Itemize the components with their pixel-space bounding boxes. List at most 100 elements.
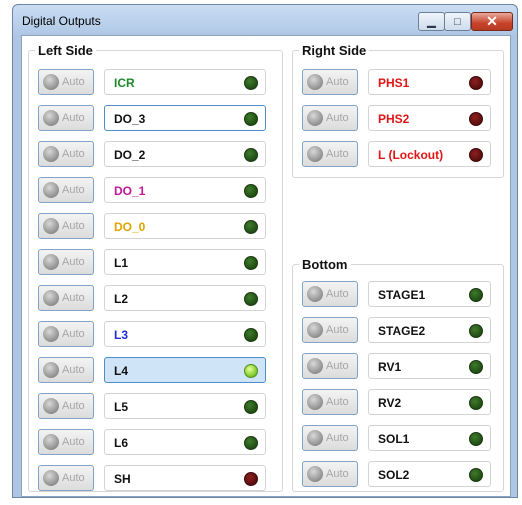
auto-button[interactable]: Auto — [302, 425, 358, 451]
output-name: SH — [114, 472, 131, 486]
output-name: SOL2 — [378, 468, 410, 482]
auto-button[interactable]: Auto — [38, 357, 94, 383]
output-field[interactable]: STAGE2 — [368, 317, 491, 343]
right-side-group: Right Side Auto PHS1 Auto PHS2 Auto L (Lockou… — [292, 43, 504, 178]
auto-label: Auto — [326, 324, 349, 336]
auto-button[interactable]: Auto — [302, 281, 358, 307]
auto-button[interactable]: Auto — [38, 285, 94, 311]
output-field[interactable]: L3 — [104, 321, 266, 347]
auto-button[interactable]: Auto — [302, 317, 358, 343]
output-field[interactable]: RV2 — [368, 389, 491, 415]
auto-label: Auto — [62, 436, 85, 448]
minimize-button[interactable]: ▁ — [418, 12, 445, 31]
auto-label: Auto — [326, 76, 349, 88]
auto-button[interactable]: Auto — [302, 353, 358, 379]
output-name: L4 — [114, 364, 129, 378]
auto-label: Auto — [326, 360, 349, 372]
auto-indicator-icon — [43, 182, 59, 198]
auto-label: Auto — [326, 396, 349, 408]
auto-indicator-icon — [307, 286, 323, 302]
auto-button[interactable]: Auto — [38, 321, 94, 347]
output-field[interactable]: SOL2 — [368, 461, 491, 487]
auto-button[interactable]: Auto — [38, 429, 94, 455]
status-led-icon — [469, 468, 483, 482]
output-field[interactable]: SH — [104, 465, 266, 491]
bottom-group: Bottom Auto STAGE1 Auto STAGE2 Auto RV1 Auto RV… — [292, 257, 504, 492]
status-led-icon — [244, 292, 258, 306]
auto-button[interactable]: Auto — [38, 393, 94, 419]
auto-button[interactable]: Auto — [38, 177, 94, 203]
auto-indicator-icon — [43, 146, 59, 162]
output-field[interactable]: L5 — [104, 393, 266, 419]
status-led-icon — [244, 112, 258, 126]
status-led-icon — [469, 148, 483, 162]
auto-button[interactable]: Auto — [38, 213, 94, 239]
auto-indicator-icon — [43, 398, 59, 414]
auto-button[interactable]: Auto — [302, 105, 358, 131]
left-side-label: Left Side — [35, 43, 96, 58]
auto-button[interactable]: Auto — [302, 461, 358, 487]
auto-indicator-icon — [43, 362, 59, 378]
auto-indicator-icon — [307, 466, 323, 482]
status-led-icon — [244, 148, 258, 162]
status-led-icon — [469, 288, 483, 302]
auto-indicator-icon — [307, 146, 323, 162]
auto-label: Auto — [62, 184, 85, 196]
auto-button[interactable]: Auto — [38, 249, 94, 275]
auto-label: Auto — [62, 328, 85, 340]
status-led-icon — [244, 256, 258, 270]
output-field[interactable]: L (Lockout) — [368, 141, 491, 167]
auto-button[interactable]: Auto — [38, 69, 94, 95]
output-name: STAGE2 — [378, 324, 426, 338]
auto-button[interactable]: Auto — [302, 141, 358, 167]
auto-button[interactable]: Auto — [38, 105, 94, 131]
output-field[interactable]: SOL1 — [368, 425, 491, 451]
output-field[interactable]: L1 — [104, 249, 266, 275]
status-led-icon — [244, 184, 258, 198]
output-field[interactable]: DO_1 — [104, 177, 266, 203]
output-name: PHS2 — [378, 112, 410, 126]
auto-indicator-icon — [43, 110, 59, 126]
left-side-group: Left Side Auto ICR Auto DO_3 Auto DO_2 Auto DO_… — [28, 43, 283, 492]
auto-button[interactable]: Auto — [302, 69, 358, 95]
maximize-button[interactable]: □ — [444, 12, 471, 31]
output-field[interactable]: PHS2 — [368, 105, 491, 131]
output-field[interactable]: STAGE1 — [368, 281, 491, 307]
output-name: DO_2 — [114, 148, 146, 162]
status-led-icon — [469, 112, 483, 126]
output-name: ICR — [114, 76, 135, 90]
auto-label: Auto — [62, 76, 85, 88]
close-icon: ✕ — [486, 13, 498, 29]
right-side-label: Right Side — [299, 43, 370, 58]
status-led-icon — [469, 432, 483, 446]
status-led-icon — [469, 396, 483, 410]
client-area: Left Side Auto ICR Auto DO_3 Auto DO_2 Auto DO_… — [21, 35, 511, 497]
auto-button[interactable]: Auto — [302, 389, 358, 415]
output-field[interactable]: DO_2 — [104, 141, 266, 167]
output-field[interactable]: ICR — [104, 69, 266, 95]
auto-indicator-icon — [307, 322, 323, 338]
output-field[interactable]: L4 — [104, 357, 266, 383]
auto-label: Auto — [326, 112, 349, 124]
close-button[interactable]: ✕ — [471, 12, 513, 31]
bottom-label: Bottom — [299, 257, 351, 272]
output-field[interactable]: L6 — [104, 429, 266, 455]
output-field[interactable]: L2 — [104, 285, 266, 311]
output-name: DO_3 — [114, 112, 146, 126]
title-bar[interactable]: Digital Outputs ▁ □ ✕ — [13, 5, 517, 35]
output-field[interactable]: DO_0 — [104, 213, 266, 239]
output-field[interactable]: PHS1 — [368, 69, 491, 95]
auto-button[interactable]: Auto — [38, 141, 94, 167]
output-field[interactable]: RV1 — [368, 353, 491, 379]
auto-button[interactable]: Auto — [38, 465, 94, 491]
output-field[interactable]: DO_3 — [104, 105, 266, 131]
output-name: STAGE1 — [378, 288, 426, 302]
status-led-icon — [469, 360, 483, 374]
auto-label: Auto — [326, 432, 349, 444]
status-led-icon — [469, 76, 483, 90]
auto-indicator-icon — [43, 434, 59, 450]
status-led-icon — [244, 76, 258, 90]
auto-label: Auto — [62, 112, 85, 124]
output-name: L6 — [114, 436, 129, 450]
output-name: DO_1 — [114, 184, 146, 198]
